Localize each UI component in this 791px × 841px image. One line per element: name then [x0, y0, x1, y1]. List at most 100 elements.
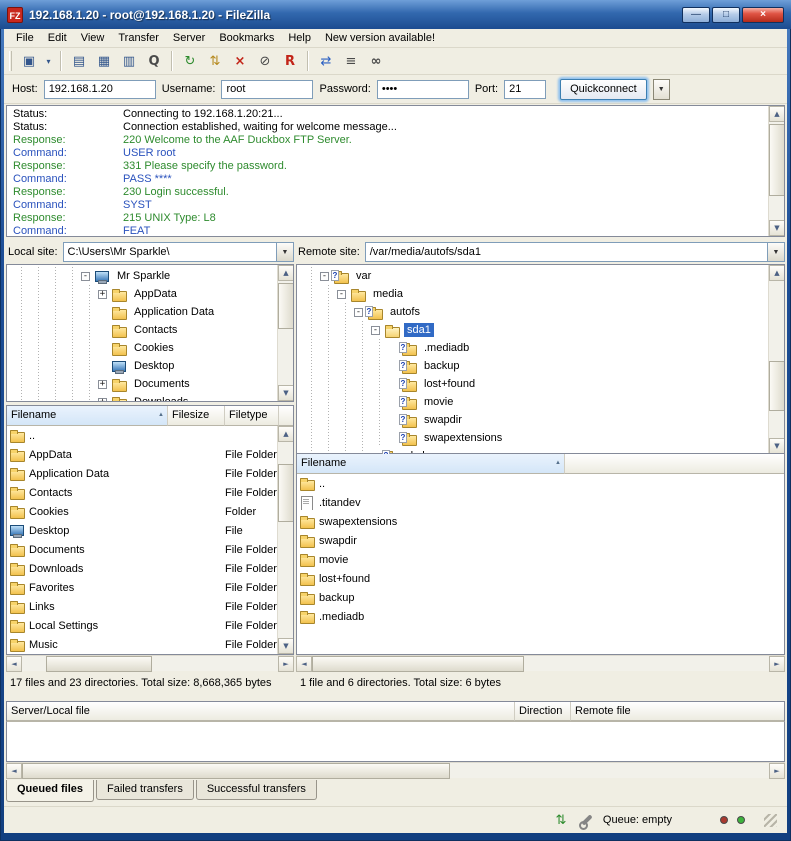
tools-icon[interactable] [578, 813, 594, 828]
find-files-icon[interactable]: ∞ [364, 50, 388, 72]
directory-comparison-icon[interactable]: ≡ [339, 50, 363, 72]
transfer-activity-icon[interactable] [553, 813, 569, 828]
file-row[interactable]: AppDataFile Folder [7, 445, 277, 464]
tree-item[interactable]: -Mr Sparkle [7, 267, 293, 285]
process-queue-icon[interactable]: ⇅ [203, 50, 227, 72]
file-row[interactable]: ContactsFile Folder [7, 483, 277, 502]
file-row[interactable]: lost+found [297, 569, 784, 588]
tree-expander-icon[interactable]: - [320, 272, 329, 281]
file-row[interactable]: .. [7, 426, 277, 445]
transfer-queue-body[interactable] [6, 721, 785, 762]
tree-expander-icon[interactable]: - [371, 326, 380, 335]
tree-item[interactable]: lost+found [297, 375, 784, 393]
synchronized-browsing-icon[interactable]: ⇄ [314, 50, 338, 72]
tree-item[interactable]: swapdir [297, 411, 784, 429]
file-row[interactable]: movie [297, 550, 784, 569]
tab-successful-transfers[interactable]: Successful transfers [196, 780, 317, 800]
combo-dropdown-icon[interactable] [276, 243, 293, 261]
file-row[interactable]: Application DataFile Folder [7, 464, 277, 483]
scrollbar-thumb[interactable] [278, 464, 294, 522]
scrollbar-thumb[interactable] [46, 656, 152, 672]
toolbar-grip[interactable] [9, 51, 12, 71]
local-tree-scrollbar[interactable] [277, 265, 293, 401]
scrollbar-thumb[interactable] [312, 656, 524, 672]
menu-new-version[interactable]: New version available! [318, 30, 442, 46]
file-row[interactable]: backup [297, 588, 784, 607]
tree-item[interactable]: Contacts [7, 321, 293, 339]
scrollbar-thumb[interactable] [769, 361, 785, 411]
toggle-queue-icon[interactable]: Q [142, 50, 166, 72]
port-input[interactable] [504, 80, 546, 99]
file-row[interactable]: CookiesFolder [7, 502, 277, 521]
file-row[interactable]: DesktopFile [7, 521, 277, 540]
menu-server[interactable]: Server [166, 30, 212, 46]
file-row[interactable]: .titandev [297, 493, 784, 512]
tree-item[interactable]: Cookies [7, 339, 293, 357]
tree-item[interactable]: -var [297, 267, 784, 285]
menu-view[interactable]: View [74, 30, 112, 46]
file-row[interactable]: DownloadsFile Folder [7, 559, 277, 578]
tree-item[interactable]: backup [297, 357, 784, 375]
disconnect-icon[interactable]: ⊘ [253, 50, 277, 72]
local-horizontal-scrollbar[interactable] [6, 655, 294, 671]
remote-site-combo[interactable]: /var/media/autofs/sda1 [365, 242, 785, 262]
tree-item[interactable]: movie [297, 393, 784, 411]
file-row[interactable]: swapextensions [297, 512, 784, 531]
scroll-up-icon[interactable] [278, 426, 294, 442]
cancel-icon[interactable]: × [228, 50, 252, 72]
tree-expander-icon[interactable]: - [354, 308, 363, 317]
tree-item[interactable]: Desktop [7, 357, 293, 375]
menu-edit[interactable]: Edit [41, 30, 74, 46]
column-header-remote-file[interactable]: Remote file [571, 702, 784, 721]
file-row[interactable]: .mediadb [297, 607, 784, 626]
tree-expander-icon[interactable]: + [98, 290, 107, 299]
scrollbar-thumb[interactable] [769, 124, 785, 196]
scroll-left-icon[interactable] [6, 656, 22, 672]
column-header-server-local-file[interactable]: Server/Local file [7, 702, 515, 721]
toggle-local-tree-icon[interactable]: ▦ [92, 50, 116, 72]
tree-item[interactable]: Application Data [7, 303, 293, 321]
tree-item[interactable]: +Downloads [7, 393, 293, 402]
column-header-filesize[interactable]: Filesize [168, 406, 225, 426]
menu-file[interactable]: File [9, 30, 41, 46]
scroll-right-icon[interactable] [769, 656, 785, 672]
site-manager-dropdown-icon[interactable]: ▾ [42, 50, 55, 72]
scroll-right-icon[interactable] [278, 656, 294, 672]
scroll-left-icon[interactable] [6, 763, 22, 779]
scroll-up-icon[interactable] [769, 106, 785, 122]
site-manager-icon[interactable]: ▣ [17, 50, 41, 72]
file-row[interactable]: LinksFile Folder [7, 597, 277, 616]
remote-tree-scrollbar[interactable] [768, 265, 784, 454]
title-bar[interactable]: FZ 192.168.1.20 - root@192.168.1.20 - Fi… [0, 0, 791, 29]
toggle-message-log-icon[interactable]: ▤ [67, 50, 91, 72]
tab-queued-files[interactable]: Queued files [6, 780, 94, 802]
column-header-direction[interactable]: Direction [515, 702, 571, 721]
tree-item-selected[interactable]: -sda1 [297, 321, 784, 339]
file-row[interactable]: Local SettingsFile Folder [7, 616, 277, 635]
tree-expander-icon[interactable]: - [81, 272, 90, 281]
tree-item[interactable]: .mediadb [297, 339, 784, 357]
tree-item[interactable]: +AppData [7, 285, 293, 303]
local-site-combo[interactable]: C:\Users\Mr Sparkle\ [63, 242, 294, 262]
maximize-button[interactable]: □ [712, 7, 740, 23]
file-row[interactable]: swapdir [297, 531, 784, 550]
combo-dropdown-icon[interactable] [767, 243, 784, 261]
scrollbar-thumb[interactable] [278, 283, 294, 329]
scroll-up-icon[interactable] [278, 265, 294, 281]
quickconnect-button[interactable]: Quickconnect [560, 79, 647, 100]
reconnect-icon[interactable]: R [278, 50, 302, 72]
scroll-down-icon[interactable] [278, 385, 294, 401]
scrollbar-thumb[interactable] [22, 763, 450, 779]
tree-expander-icon[interactable]: - [337, 290, 346, 299]
scroll-down-icon[interactable] [278, 638, 294, 654]
tab-failed-transfers[interactable]: Failed transfers [96, 780, 194, 800]
quickconnect-dropdown-button[interactable]: ▼ [653, 79, 670, 100]
menu-help[interactable]: Help [281, 30, 318, 46]
menu-bookmarks[interactable]: Bookmarks [212, 30, 281, 46]
log-scrollbar[interactable] [768, 106, 784, 236]
column-header-filename[interactable]: Filename [7, 406, 168, 426]
file-row[interactable]: DocumentsFile Folder [7, 540, 277, 559]
scroll-down-icon[interactable] [769, 438, 785, 454]
password-input[interactable] [377, 80, 469, 99]
close-button[interactable]: × [742, 7, 784, 23]
